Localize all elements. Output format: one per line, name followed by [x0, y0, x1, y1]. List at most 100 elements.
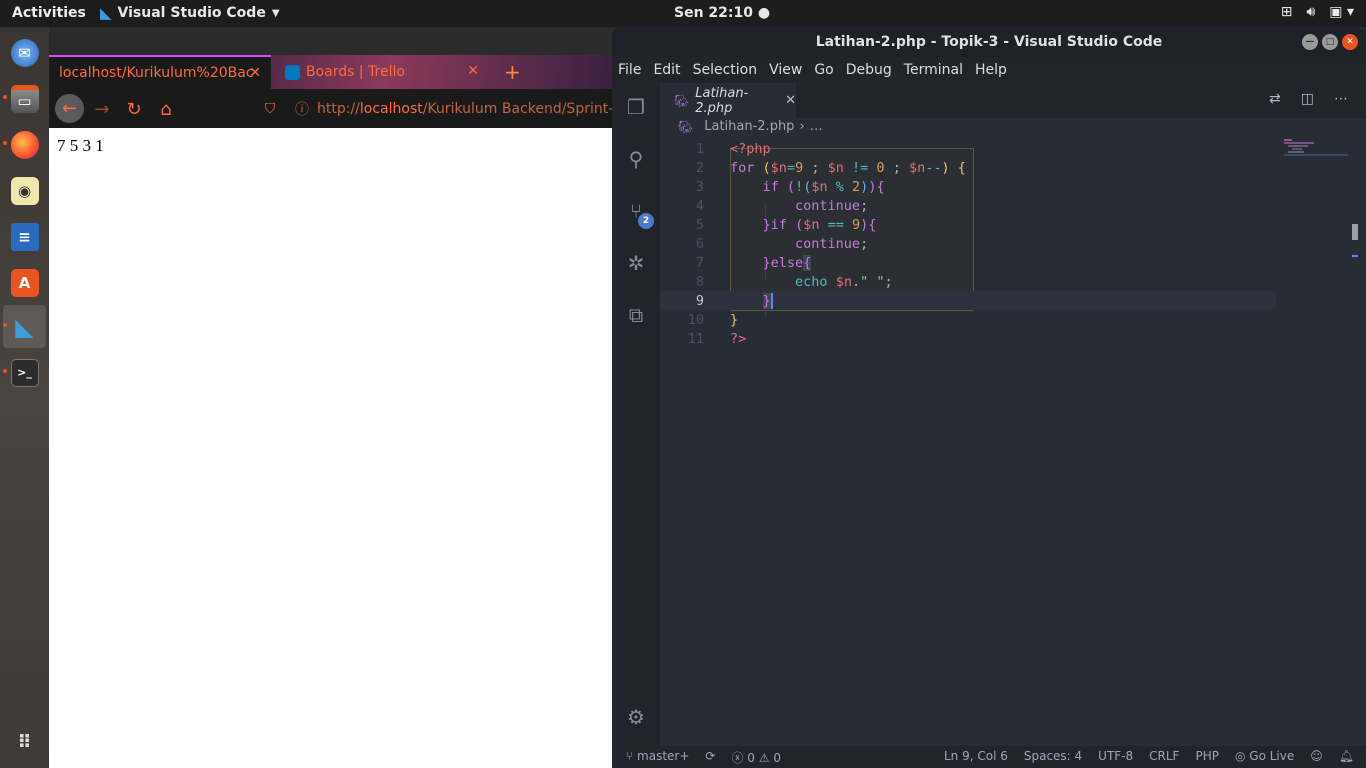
firefox-icon — [10, 130, 39, 159]
split-editor-icon[interactable]: ◫ — [1301, 91, 1314, 107]
sync-icon[interactable]: ⟳ — [705, 749, 715, 766]
close-tab-icon[interactable]: ✕ — [467, 63, 479, 79]
chevron-right-icon: › — [799, 119, 805, 134]
indentation[interactable]: Spaces: 4 — [1024, 749, 1082, 763]
menu-go[interactable]: Go — [814, 62, 833, 78]
clock[interactable]: Sen 22:10 ● — [674, 5, 770, 21]
dock-item-rhythmbox[interactable]: ◉ — [3, 169, 46, 212]
extensions-icon[interactable]: ⧉ — [622, 301, 650, 329]
go-live-button[interactable]: ◎ Go Live — [1235, 749, 1294, 763]
close-button[interactable]: ✕ — [1342, 34, 1358, 50]
problems-status[interactable]: ⓧ 0 ⚠ 0 — [731, 749, 781, 766]
code-line: 10 } — [687, 311, 739, 328]
show-apps-button[interactable]: ⠿ — [3, 721, 46, 764]
running-indicator — [3, 141, 7, 145]
thunderbird-icon: ✉ — [10, 38, 39, 67]
menu-view[interactable]: View — [769, 62, 802, 78]
menu-edit[interactable]: Edit — [653, 62, 680, 78]
branch-status[interactable]: ⑂ master+ — [626, 749, 689, 766]
menu-terminal[interactable]: Terminal — [904, 62, 963, 78]
activities-button[interactable]: Activities — [12, 5, 86, 21]
minimap[interactable] — [1284, 139, 1348, 169]
menu-selection[interactable]: Selection — [693, 62, 758, 78]
breadcrumb[interactable]: 🐘︎ Latihan-2.php › … — [678, 119, 823, 134]
forward-button[interactable]: → — [89, 96, 115, 122]
volume-icon: 🔊︎ — [1306, 4, 1316, 20]
system-tray[interactable]: ⊞ 🔊︎ ▣ ▾ — [1281, 4, 1354, 20]
tab-trello[interactable]: Boards | Trello ✕ — [275, 55, 489, 89]
gear-icon[interactable]: ⚙ — [622, 703, 650, 731]
explorer-icon[interactable]: ❐ — [622, 93, 650, 121]
editor-tabs: 🐘︎ Latihan-2.php ✕ ⇄ ◫ ⋯ — [660, 83, 1366, 118]
minimize-button[interactable]: — — [1302, 34, 1318, 50]
tab-localhost[interactable]: localhost/Kurikulum%20Bac ✕ — [49, 55, 271, 89]
code-line-current: 9 } — [660, 291, 1276, 310]
maximize-button[interactable]: □ — [1322, 34, 1338, 50]
feedback-icon[interactable]: ☺ — [1310, 749, 1323, 763]
more-actions-icon[interactable]: ⋯ — [1334, 91, 1348, 107]
dock-item-thunderbird[interactable]: ✉ — [3, 31, 46, 74]
page-content: 7 5 3 1 — [49, 128, 612, 768]
app-menu[interactable]: ◣ Visual Studio Code ▼ — [100, 4, 280, 22]
scrollbar-thumb[interactable] — [1352, 224, 1358, 240]
new-tab-button[interactable]: + — [504, 60, 521, 84]
cursor-position-marker — [1352, 255, 1358, 257]
writer-icon: ≡ — [10, 222, 39, 251]
battery-icon: ▣ ▾ — [1329, 4, 1354, 20]
code-line: 3 if (!($n % 2)){ — [695, 178, 885, 195]
code-text: <?php — [730, 140, 771, 157]
terminal-icon: >_ — [10, 358, 39, 387]
code-editor[interactable]: 1 <?php 2 for ($n=9 ; $n != 0 ; $n--) { … — [660, 138, 1366, 748]
show-apps-icon: ⠿ — [17, 732, 32, 753]
window-title: Latihan-2.php - Topik-3 - Visual Studio … — [612, 27, 1366, 57]
dock-item-files[interactable]: ▭ — [3, 77, 46, 120]
close-icon[interactable]: ✕ — [785, 93, 796, 108]
menu-debug[interactable]: Debug — [846, 62, 892, 78]
software-icon: A — [10, 268, 39, 297]
code-text: }else{ — [762, 254, 812, 271]
code-line: 8 echo $n." "; — [695, 273, 893, 290]
cursor-position[interactable]: Ln 9, Col 6 — [944, 749, 1008, 763]
chevron-down-icon: ▼ — [271, 7, 280, 19]
tracking-shield-icon[interactable]: ⛉ — [257, 96, 283, 122]
firefox-window: localhost/Kurikulum%20Bac ✕ Boards | Tre… — [49, 55, 622, 768]
running-indicator — [3, 95, 7, 99]
vscode-icon: ◣ — [15, 312, 34, 341]
language-mode[interactable]: PHP — [1195, 749, 1219, 763]
code-line: 1 <?php — [695, 140, 771, 157]
dock-item-writer[interactable]: ≡ — [3, 215, 46, 258]
code-text: }if ($n == 9){ — [762, 216, 877, 233]
close-tab-icon[interactable]: ✕ — [249, 65, 261, 81]
url-bar[interactable]: ⓘ http://localhost/Kurikulum Backend/Spr… — [295, 95, 642, 122]
code-line: 2 for ($n=9 ; $n != 0 ; $n--) { — [695, 159, 966, 176]
dock-item-software[interactable]: A — [3, 261, 46, 304]
reload-button[interactable]: ↻ — [121, 96, 147, 122]
dock-item-terminal[interactable]: >_ — [3, 351, 46, 394]
open-changes-icon[interactable]: ⇄ — [1269, 91, 1281, 107]
vscode-icon: ◣ — [100, 4, 112, 22]
home-button[interactable]: ⌂ — [153, 96, 179, 122]
editor-actions: ⇄ ◫ ⋯ — [1269, 91, 1348, 107]
encoding[interactable]: UTF-8 — [1098, 749, 1133, 763]
dock-item-firefox[interactable] — [3, 123, 46, 166]
dock: ✉ ▭ ◉ ≡ A ◣ >_ ⠿ — [0, 27, 49, 768]
vscode-window: Latihan-2.php - Topik-3 - Visual Studio … — [612, 27, 1366, 768]
search-icon[interactable]: ⚲ — [622, 145, 650, 173]
app-menu-label: Visual Studio Code — [117, 5, 266, 21]
running-indicator — [3, 323, 7, 327]
code-line: 4 continue; — [695, 197, 869, 214]
bell-icon[interactable]: 🔔︎ — [1339, 749, 1354, 763]
menu-file[interactable]: File — [618, 62, 641, 78]
code-text: ?> — [730, 330, 747, 347]
code-line: 5 }if ($n == 9){ — [695, 216, 877, 233]
info-icon: ⓘ — [295, 101, 309, 118]
nav-bar: ← → ↻ ⌂ ⛉ ⓘ http://localhost/Kurikulum B… — [49, 89, 622, 128]
trello-icon — [285, 64, 300, 80]
menu-help[interactable]: Help — [975, 62, 1007, 78]
end-of-line[interactable]: CRLF — [1149, 749, 1179, 763]
back-button[interactable]: ← — [55, 94, 84, 123]
debug-icon[interactable]: ✲ — [622, 249, 650, 277]
tab-latihan-2[interactable]: 🐘︎ Latihan-2.php ✕ — [660, 83, 796, 118]
scm-badge: 2 — [638, 213, 654, 229]
dock-item-vscode[interactable]: ◣ — [3, 305, 46, 348]
